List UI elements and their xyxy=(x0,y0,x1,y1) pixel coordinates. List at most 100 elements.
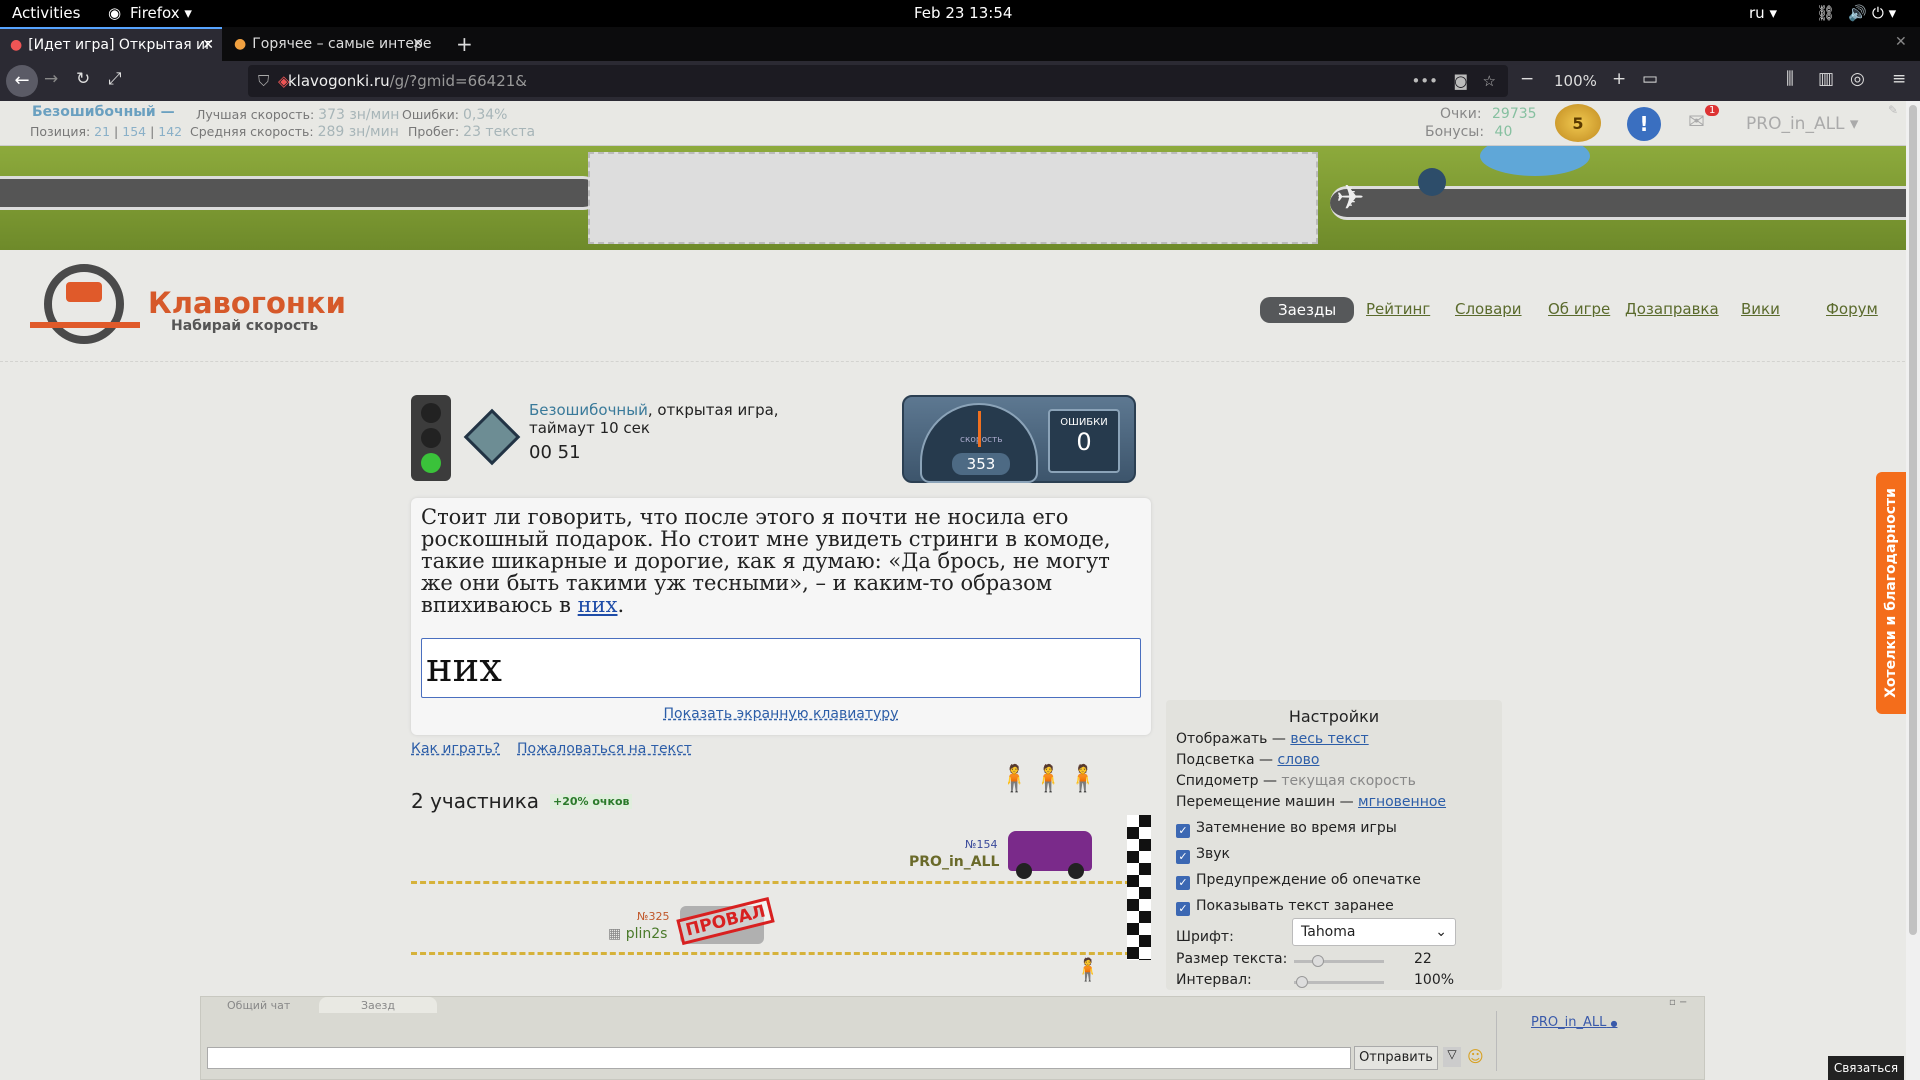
checkbox-label: Затемнение во время игры xyxy=(1196,820,1397,836)
forward-button-icon[interactable]: → xyxy=(44,69,58,89)
level-badge[interactable]: 5 xyxy=(1555,104,1601,142)
account-icon[interactable]: ◎ xyxy=(1850,69,1865,89)
errors-counter-label: ошибки xyxy=(1060,417,1108,428)
racer-name[interactable]: PRO_in_ALL xyxy=(909,854,999,870)
volume-icon[interactable]: 🔊 xyxy=(1848,4,1867,22)
best-speed-value: 373 зн/мин xyxy=(318,107,400,123)
highlight-option[interactable]: слово xyxy=(1277,752,1319,768)
clock[interactable]: Feb 23 13:54 xyxy=(914,4,1012,22)
dim-checkbox[interactable]: ✓ Затемнение во время игры xyxy=(1176,818,1492,839)
highlight-label: Подсветка — xyxy=(1176,752,1273,768)
typing-input[interactable]: них xyxy=(421,638,1141,698)
menu-refuel[interactable]: Дозаправка xyxy=(1625,300,1719,318)
account-menu[interactable]: PRO_in_ALL ▾ xyxy=(1746,114,1858,134)
hamburger-menu-icon[interactable]: ≡ xyxy=(1892,69,1906,89)
notification-icon[interactable]: ! xyxy=(1627,107,1661,141)
back-button-icon[interactable]: ← xyxy=(6,65,38,97)
position-link[interactable]: 154 xyxy=(122,124,146,139)
chat-minimize-icon[interactable]: ▫ − xyxy=(1669,997,1687,1008)
chat-send-button[interactable]: Отправить xyxy=(1354,1046,1438,1070)
shield-icon[interactable]: ⛉ xyxy=(258,72,269,90)
settings-title: Настройки xyxy=(1288,707,1380,726)
close-tab-icon[interactable]: ✕ xyxy=(412,36,424,52)
url-bar[interactable]: ⛉ ◈ klavogonki.ru/g/?gmid=66421& ••• ◙ ☆ xyxy=(248,65,1508,97)
sound-checkbox[interactable]: ✓ Звук xyxy=(1176,844,1492,865)
report-text-link[interactable]: Пожаловаться на текст xyxy=(517,741,692,757)
chat-input[interactable] xyxy=(207,1047,1351,1069)
close-tab-icon[interactable]: ✕ xyxy=(202,37,214,53)
mail-icon[interactable]: ✉ xyxy=(1688,109,1705,133)
bookmark-star-icon[interactable]: ☆ xyxy=(1483,72,1496,90)
menu-races[interactable]: Заезды xyxy=(1260,297,1355,323)
fullscreen-icon[interactable]: ⤢ xyxy=(108,69,122,89)
font-select-value: Tahoma xyxy=(1301,924,1356,940)
smiley-icon[interactable]: ☺ xyxy=(1467,1047,1484,1066)
bonus-value: 40 xyxy=(1494,124,1513,140)
speedometer-option[interactable]: текущая скорость xyxy=(1281,773,1415,789)
network-icon[interactable]: ⛓ xyxy=(1816,4,1835,22)
page-actions-icon[interactable]: ••• xyxy=(1411,72,1438,90)
scrollbar-thumb[interactable] xyxy=(1909,105,1917,935)
close-window-icon[interactable]: ✕ xyxy=(1895,34,1907,50)
zoom-in-icon[interactable]: + xyxy=(1612,69,1626,89)
race-text-end: . xyxy=(617,593,625,617)
movement-label: Перемещение машин — xyxy=(1176,794,1354,810)
position-link[interactable]: 142 xyxy=(158,124,182,139)
chat-panel: Общий чат Заезд ▫ − Отправить ▽ ☺ PRO_in… xyxy=(200,996,1705,1080)
new-tab-icon[interactable]: + xyxy=(456,32,473,56)
power-menu-icon[interactable]: ⏻ ▾ xyxy=(1872,4,1896,22)
movement-option[interactable]: мгновенное xyxy=(1358,794,1446,810)
racer-name[interactable]: ▦ plin2s xyxy=(608,926,667,942)
tab-active-game[interactable]: ● [Идет игра] Открытая иг ✕ xyxy=(0,27,222,61)
show-keyboard-link[interactable]: Показать экранную клавиатуру xyxy=(411,706,1151,722)
system-top-bar: Activities ◉ Firefox ▾ Feb 23 13:54 ru ▾… xyxy=(0,0,1920,27)
display-option[interactable]: весь текст xyxy=(1290,731,1368,747)
chat-tab-race[interactable]: Заезд xyxy=(319,997,437,1013)
interval-label: Интервал: xyxy=(1176,972,1252,988)
activities-button[interactable]: Activities xyxy=(12,4,80,22)
interval-slider[interactable] xyxy=(1294,976,1384,988)
firefox-app-icon[interactable]: ◉ xyxy=(108,4,121,22)
game-mode-link[interactable]: Безошибочный xyxy=(529,401,648,419)
menu-wiki[interactable]: Вики xyxy=(1741,300,1780,318)
page-scrollbar[interactable] xyxy=(1906,101,1920,1080)
contact-button[interactable]: Связаться xyxy=(1828,1056,1904,1080)
font-select[interactable]: Tahoma ⌄ xyxy=(1292,918,1456,946)
menu-forum[interactable]: Форум xyxy=(1826,300,1878,318)
settings-panel: Настройки Отображать — весь текст Подсве… xyxy=(1166,700,1502,990)
mileage-label: Пробег: xyxy=(408,124,460,139)
chat-user-link[interactable]: PRO_in_ALL ● xyxy=(1531,1015,1617,1030)
how-to-play-link[interactable]: Как играть? xyxy=(411,741,500,757)
browser-nav-bar: ← → ↻ ⤢ ⛉ ◈ klavogonki.ru/g/?gmid=66421&… xyxy=(0,61,1920,101)
show-text-checkbox[interactable]: ✓ Показывать текст заранее xyxy=(1176,896,1492,917)
chat-tab-general[interactable]: Общий чат xyxy=(227,999,290,1012)
pocket-icon[interactable]: ◙ xyxy=(1453,72,1468,90)
position-link[interactable]: 21 xyxy=(94,124,110,139)
checkbox-checked-icon: ✓ xyxy=(1176,824,1190,838)
menu-rating[interactable]: Рейтинг xyxy=(1366,300,1430,318)
feedback-side-tab[interactable]: Хотелки и благодарности xyxy=(1876,472,1906,714)
position-label: Позиция: xyxy=(30,124,91,139)
zoom-out-icon[interactable]: − xyxy=(1520,69,1534,89)
tab-hot[interactable]: ● Горячее – самые интере ✕ xyxy=(224,27,432,61)
folder-icon[interactable]: ▭ xyxy=(1642,69,1658,89)
sidebar-icon[interactable]: ▥ xyxy=(1818,69,1834,89)
filter-icon[interactable]: ▽ xyxy=(1443,1047,1461,1067)
library-icon[interactable]: ⫼ xyxy=(1786,69,1794,89)
menu-dictionaries[interactable]: Словари xyxy=(1455,300,1522,318)
checkbox-label: Показывать текст заранее xyxy=(1196,898,1394,914)
pin-icon[interactable]: ✎ xyxy=(1888,103,1898,117)
text-size-slider[interactable] xyxy=(1294,955,1384,967)
typo-warning-checkbox[interactable]: ✓ Предупреждение об опечатке xyxy=(1176,870,1492,891)
race-text: Стоит ли говорить, что после этого я поч… xyxy=(421,506,1141,616)
reload-icon[interactable]: ↻ xyxy=(76,69,90,89)
mileage-value: 23 текста xyxy=(463,124,536,140)
language-indicator[interactable]: ru ▾ xyxy=(1749,4,1777,22)
app-menu[interactable]: Firefox ▾ xyxy=(130,4,192,22)
steering-wheel-logo-icon[interactable] xyxy=(30,264,140,346)
app-name: Firefox xyxy=(130,4,180,22)
username-link[interactable]: Безошибочный — xyxy=(32,104,175,120)
logo-title[interactable]: Клавогонки xyxy=(148,286,346,320)
zoom-level[interactable]: 100% xyxy=(1554,72,1597,90)
menu-about[interactable]: Об игре xyxy=(1548,300,1610,318)
